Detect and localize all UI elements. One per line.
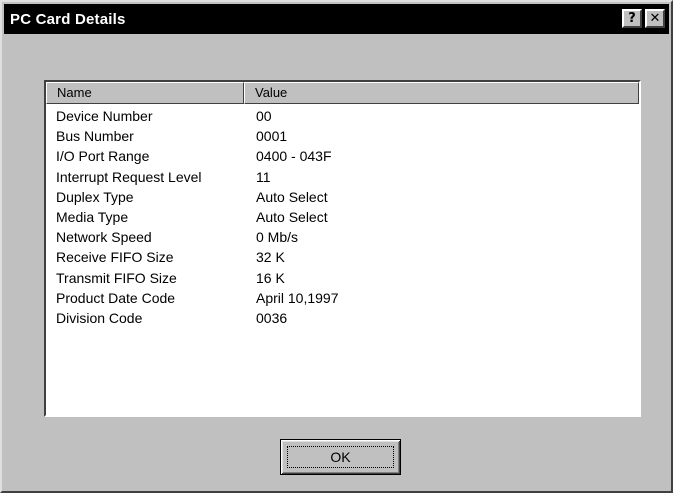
details-list[interactable]: Name Value Device Number 00 Bus Number 0… — [44, 80, 641, 417]
row-value: 00 — [256, 108, 272, 124]
list-row[interactable]: Interrupt Request Level 11 — [46, 167, 639, 187]
list-rows: Device Number 00 Bus Number 0001 I/O Por… — [46, 106, 639, 328]
ok-button-label: OK — [330, 449, 351, 465]
dialog-title: PC Card Details — [10, 10, 126, 28]
title-bar-buttons: ? ✕ — [622, 9, 665, 28]
list-row[interactable]: Transmit FIFO Size 16 K — [46, 268, 639, 288]
row-name: I/O Port Range — [56, 148, 150, 165]
ok-button[interactable]: OK — [280, 439, 401, 475]
column-header-value[interactable]: Value — [244, 82, 639, 104]
row-name: Receive FIFO Size — [56, 249, 174, 266]
row-name: Interrupt Request Level — [56, 168, 202, 185]
list-row[interactable]: Device Number 00 — [46, 106, 639, 126]
row-name: Transmit FIFO Size — [56, 269, 177, 286]
list-row[interactable]: Product Date Code April 10,1997 — [46, 288, 639, 308]
help-icon: ? — [628, 11, 636, 26]
row-name: Duplex Type — [56, 188, 134, 205]
close-button[interactable]: ✕ — [645, 9, 665, 28]
list-header: Name Value — [46, 82, 639, 104]
close-icon: ✕ — [649, 11, 661, 26]
row-value: 0400 - 043F — [256, 148, 332, 165]
row-value: 32 K — [256, 249, 285, 266]
list-row[interactable]: Duplex Type Auto Select — [46, 187, 639, 207]
list-row[interactable]: Bus Number 0001 — [46, 126, 639, 146]
row-value: Auto Select — [256, 188, 328, 205]
row-name: Network Speed — [56, 229, 152, 246]
row-name: Bus Number — [56, 128, 134, 145]
list-row[interactable]: Network Speed 0 Mb/s — [46, 227, 639, 247]
row-name: Product Date Code — [56, 289, 176, 306]
row-name: Media Type — [56, 208, 129, 225]
row-value: 16 K — [256, 269, 285, 286]
row-name: Device Number — [56, 108, 153, 124]
title-bar[interactable]: PC Card Details ? ✕ — [4, 4, 669, 34]
list-row[interactable]: Receive FIFO Size 32 K — [46, 247, 639, 267]
list-row[interactable]: Media Type Auto Select — [46, 207, 639, 227]
column-header-name[interactable]: Name — [46, 82, 244, 104]
row-value: April 10,1997 — [256, 289, 339, 306]
row-value: 0 Mb/s — [256, 229, 299, 246]
row-value: 0036 — [256, 309, 288, 326]
list-row[interactable]: I/O Port Range 0400 - 043F — [46, 146, 639, 166]
row-name: Division Code — [56, 309, 143, 326]
list-row[interactable]: Division Code 0036 — [46, 308, 639, 328]
help-button[interactable]: ? — [622, 9, 642, 28]
dialog-window: PC Card Details ? ✕ Name Value Device Nu… — [0, 0, 673, 493]
row-value: 0001 — [256, 128, 288, 145]
row-value: Auto Select — [256, 208, 328, 225]
row-value: 11 — [256, 168, 271, 185]
